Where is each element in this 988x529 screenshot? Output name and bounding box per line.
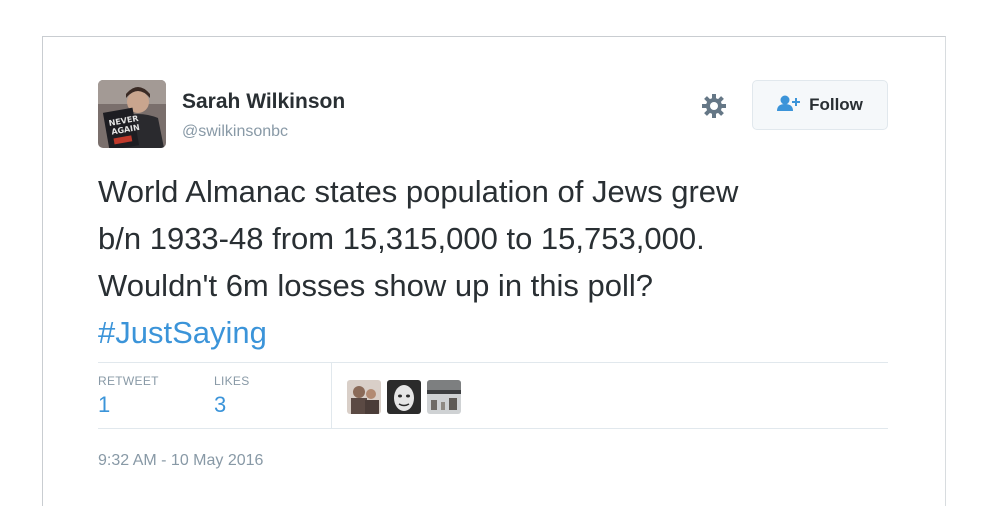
retweet-count[interactable]: 1 <box>98 392 110 418</box>
tweet-text-line: Wouldn't 6m losses show up in this poll? <box>98 268 654 303</box>
add-user-icon <box>777 94 801 117</box>
liker-avatar-3[interactable] <box>427 380 461 414</box>
likes-label: LIKES <box>214 374 250 388</box>
author-handle[interactable]: @swilkinsonbc <box>182 123 288 141</box>
stats-divider-vertical <box>331 363 332 428</box>
hashtag-link[interactable]: #JustSaying <box>98 309 908 356</box>
author-avatar[interactable]: NEVER AGAIN <box>98 80 166 148</box>
retweet-label: RETWEET <box>98 374 159 388</box>
liker-avatar-2[interactable] <box>387 380 421 414</box>
likes-count[interactable]: 3 <box>214 392 226 418</box>
follow-button[interactable]: Follow <box>752 80 888 130</box>
stats-divider-bottom <box>98 428 888 429</box>
gear-icon[interactable] <box>700 92 728 120</box>
liker-avatar-1[interactable] <box>347 380 381 414</box>
author-display-name[interactable]: Sarah Wilkinson <box>182 90 345 114</box>
tweet-timestamp[interactable]: 9:32 AM - 10 May 2016 <box>98 452 263 470</box>
tweet-text-line: World Almanac states population of Jews … <box>98 174 739 209</box>
follow-button-label: Follow <box>809 95 863 114</box>
stats-divider-top <box>98 362 888 363</box>
tweet-text-line: b/n 1933-48 from 15,315,000 to 15,753,00… <box>98 221 705 256</box>
profile-photo-icon: NEVER AGAIN <box>98 80 166 148</box>
tweet-text: World Almanac states population of Jews … <box>98 168 908 356</box>
